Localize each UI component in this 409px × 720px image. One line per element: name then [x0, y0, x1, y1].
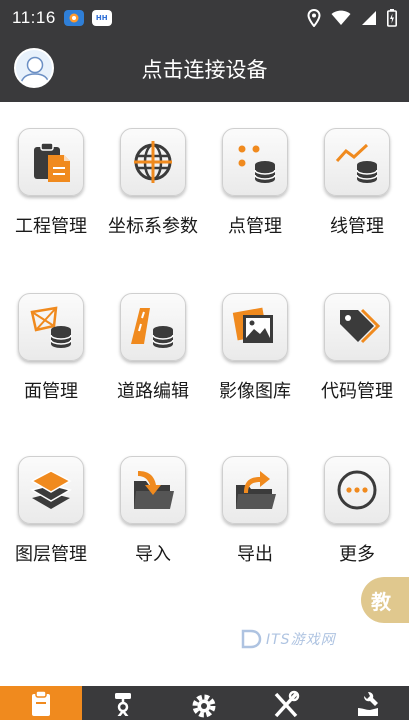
location-icon	[307, 9, 321, 27]
tile[interactable]	[324, 456, 390, 524]
status-time: 11:16	[12, 8, 56, 27]
tile[interactable]	[18, 456, 84, 524]
surface-database-icon	[30, 306, 72, 348]
grid-item-lines[interactable]: 线管理	[306, 102, 408, 252]
title-bar: 点击连接设备	[0, 36, 409, 102]
grid-item-layers[interactable]: 图层管理	[0, 430, 102, 580]
tile[interactable]	[18, 128, 84, 196]
wifi-icon	[331, 10, 351, 25]
grid-item-label: 线管理	[330, 216, 384, 237]
survey-instrument-icon	[114, 693, 131, 716]
folder-import-icon	[134, 471, 174, 509]
tile[interactable]	[120, 128, 186, 196]
nav-tab-tools[interactable]	[245, 686, 327, 720]
tile[interactable]	[324, 128, 390, 196]
wrench-hand-icon	[358, 692, 379, 716]
globe-crosshair-icon	[134, 141, 172, 183]
nav-tab-project[interactable]	[0, 686, 82, 720]
status-icons	[307, 9, 397, 27]
grid-item-project[interactable]: 工程管理	[0, 102, 102, 252]
grid-item-label: 图层管理	[15, 544, 87, 565]
grid-item-label: 影像图库	[219, 381, 291, 402]
tile[interactable]	[120, 293, 186, 361]
layers-icon	[30, 470, 72, 509]
grid-item-import[interactable]: 导入	[102, 430, 204, 580]
notification-app-icon-2: HH	[91, 10, 112, 26]
grid-item-image-gallery[interactable]: 影像图库	[204, 267, 306, 417]
image-gallery-icon	[232, 307, 273, 343]
tutorial-float-button[interactable]: 教	[361, 577, 409, 623]
nav-tab-settings[interactable]	[164, 686, 246, 720]
folder-export-icon	[236, 471, 276, 509]
watermark-text: ITS游戏网	[266, 632, 336, 648]
tutorial-float-label: 教	[371, 589, 391, 614]
grid-item-label: 面管理	[24, 381, 78, 402]
tile[interactable]	[222, 293, 288, 361]
settings-gear-icon	[192, 694, 216, 718]
grid-item-more[interactable]: 更多	[306, 430, 408, 580]
grid-item-label: 工程管理	[15, 216, 87, 237]
clipboard-document-icon	[34, 142, 70, 182]
tile[interactable]	[18, 293, 84, 361]
grid-item-label: 点管理	[228, 216, 282, 237]
tile[interactable]	[120, 456, 186, 524]
line-database-icon	[335, 143, 378, 183]
grid-item-code-management[interactable]: 代码管理	[306, 267, 408, 417]
project-icon	[31, 690, 50, 716]
road-database-icon	[131, 308, 174, 348]
grid-item-label: 道路编辑	[117, 381, 189, 402]
grid-item-surfaces[interactable]: 面管理	[0, 267, 102, 417]
grid-item-label: 导入	[135, 544, 171, 565]
signal-icon	[362, 11, 376, 25]
bottom-nav	[0, 686, 409, 720]
grid-item-label: 导出	[237, 544, 273, 565]
tile[interactable]	[222, 128, 288, 196]
grid-item-label: 更多	[339, 544, 375, 565]
grid-item-coordinate-system[interactable]: 坐标系参数	[102, 102, 204, 252]
tools-icon	[274, 690, 300, 718]
more-dots-icon	[337, 470, 377, 510]
grid-item-export[interactable]: 导出	[204, 430, 306, 580]
grid-item-label: 代码管理	[321, 381, 393, 402]
tag-code-icon	[340, 308, 380, 344]
points-database-icon	[238, 145, 276, 183]
watermark-logo-icon	[241, 629, 262, 649]
grid-item-road-edit[interactable]: 道路编辑	[102, 267, 204, 417]
nav-tab-maintenance[interactable]	[327, 686, 409, 720]
status-bar: 11:16 HH	[0, 0, 409, 36]
notification-app-icon	[63, 10, 84, 26]
grid-item-label: 坐标系参数	[108, 216, 198, 237]
tile[interactable]	[222, 456, 288, 524]
watermark: ITS游戏网	[240, 628, 336, 650]
battery-icon	[387, 9, 397, 27]
tile[interactable]	[324, 293, 390, 361]
page-title[interactable]: 点击连接设备	[0, 54, 409, 84]
grid-item-points[interactable]: 点管理	[204, 102, 306, 252]
nav-tab-survey[interactable]	[82, 686, 164, 720]
app-icon-2-text: HH	[95, 14, 108, 22]
